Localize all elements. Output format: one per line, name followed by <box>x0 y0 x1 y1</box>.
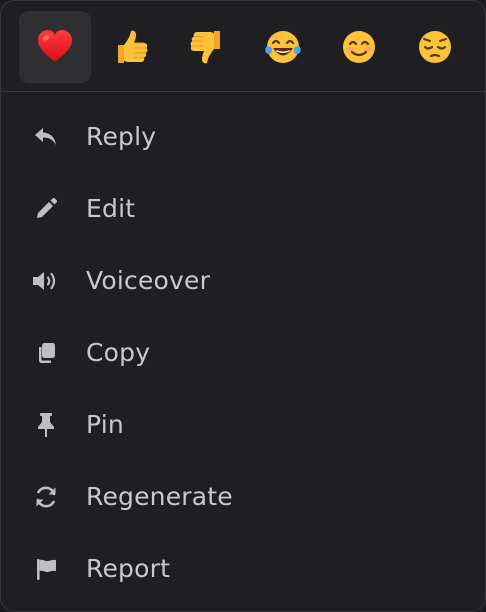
menu-item-voiceover[interactable]: Voiceover <box>1 245 485 317</box>
menu-item-label: Report <box>86 554 171 583</box>
menu-item-reply[interactable]: Reply <box>1 101 485 173</box>
reaction-smiling-face[interactable] <box>323 11 395 83</box>
speaker-icon <box>31 269 61 293</box>
menu-item-label: Regenerate <box>86 482 233 511</box>
reaction-pensive-face[interactable] <box>399 11 471 83</box>
menu-item-copy[interactable]: Copy <box>1 317 485 389</box>
pencil-icon <box>31 197 61 221</box>
thumbs-down-icon <box>190 31 220 64</box>
red-heart-icon <box>38 30 72 62</box>
thumbs-up-icon <box>118 30 148 63</box>
menu-item-label: Pin <box>86 410 124 439</box>
menu-item-label: Edit <box>86 194 136 223</box>
reaction-thumbs-up[interactable] <box>95 11 167 83</box>
menu-item-edit[interactable]: Edit <box>1 173 485 245</box>
menu-item-pin[interactable]: Pin <box>1 389 485 461</box>
copy-icon <box>31 341 61 365</box>
reaction-bar <box>1 1 485 92</box>
menu-item-report[interactable]: Report <box>1 533 485 605</box>
reaction-heart[interactable] <box>19 11 91 83</box>
smiling-face-with-smiling-eyes-icon <box>343 31 375 63</box>
menu-item-label: Voiceover <box>86 266 211 295</box>
pensive-face-icon <box>419 31 451 63</box>
refresh-icon <box>31 485 61 509</box>
menu-item-label: Reply <box>86 122 157 151</box>
menu-item-regenerate[interactable]: Regenerate <box>1 461 485 533</box>
flag-icon <box>31 557 61 581</box>
reaction-tears-of-joy[interactable] <box>247 11 319 83</box>
message-context-menu: Reply Edit Voiceover Copy Pin Regenerate… <box>0 0 486 612</box>
face-with-tears-of-joy-icon <box>265 31 301 63</box>
reaction-thumbs-down[interactable] <box>171 11 243 83</box>
menu-item-label: Copy <box>86 338 151 367</box>
pin-icon <box>31 413 61 437</box>
reply-icon <box>31 125 61 149</box>
